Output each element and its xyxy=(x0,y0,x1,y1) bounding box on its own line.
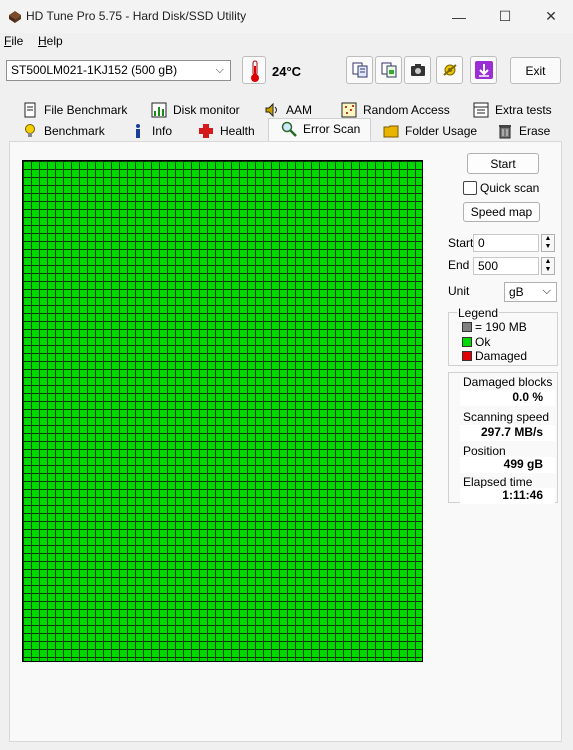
folder-icon xyxy=(383,125,399,138)
options-icon xyxy=(442,64,457,76)
unit-select-value: gB xyxy=(509,285,524,299)
legend-item-block-size: = 190 MB xyxy=(462,320,527,334)
position-label: Position xyxy=(463,444,506,458)
tab-folder-usage[interactable]: Folder Usage xyxy=(383,121,477,141)
close-icon: ✕ xyxy=(545,8,557,24)
position-value: 499 gB xyxy=(460,457,555,473)
maximize-icon: ☐ xyxy=(498,8,512,24)
start-position-input[interactable]: 0 xyxy=(473,234,539,252)
damaged-blocks-label: Damaged blocks xyxy=(463,375,553,389)
magnifier-icon xyxy=(281,121,297,137)
legend-item-damaged: Damaged xyxy=(462,349,527,363)
drive-select-value: ST500LM021-1KJ152 (500 gB) xyxy=(11,63,178,77)
copy-screenshot-button[interactable] xyxy=(375,56,402,84)
tab-extra-tests[interactable]: Extra tests xyxy=(473,100,552,120)
exit-button[interactable]: Exit xyxy=(510,57,561,84)
copy-screenshot-icon xyxy=(381,62,396,78)
drive-select[interactable]: ST500LM021-1KJ152 (500 gB) ⌵ xyxy=(6,60,231,81)
lightbulb-icon xyxy=(25,124,35,137)
extra-tests-icon xyxy=(473,102,489,118)
thermometer-icon xyxy=(251,60,259,82)
quick-scan-label: Quick scan xyxy=(480,181,540,195)
unit-select[interactable]: gB ⌵ xyxy=(504,282,557,302)
copy-info-button[interactable] xyxy=(346,56,373,84)
red-square-icon xyxy=(462,351,472,361)
tab-info[interactable]: Info xyxy=(130,121,172,141)
menu-file[interactable]: File xyxy=(4,34,23,48)
file-benchmark-icon xyxy=(24,102,36,118)
window-title: HD Tune Pro 5.75 - Hard Disk/SSD Utility xyxy=(26,9,247,23)
elapsed-time-label: Elapsed time xyxy=(463,475,533,489)
end-position-spinner[interactable]: ▲ ▼ xyxy=(541,257,555,275)
minimize-button[interactable]: — xyxy=(436,0,482,33)
tab-benchmark[interactable]: Benchmark xyxy=(22,121,105,141)
menu-help[interactable]: Help xyxy=(38,34,63,48)
camera-icon xyxy=(410,64,425,76)
thermometer-button[interactable] xyxy=(242,56,266,84)
copy-info-icon xyxy=(352,62,367,78)
minimize-icon: — xyxy=(452,8,466,25)
info-icon xyxy=(136,124,140,138)
scanning-speed-value: 297.7 MB/s xyxy=(460,425,555,441)
disk-monitor-icon xyxy=(151,102,167,118)
save-down-arrow-icon xyxy=(474,61,493,79)
quick-scan-checkbox[interactable] xyxy=(463,181,477,195)
trash-icon xyxy=(499,125,511,139)
menu-bar xyxy=(0,33,573,51)
chevron-down-icon: ⌵ xyxy=(542,285,551,297)
chevron-down-icon: ⌵ xyxy=(215,64,224,76)
options-button[interactable] xyxy=(436,56,463,84)
damaged-blocks-value: 0.0 % xyxy=(460,390,555,406)
tab-random-access[interactable]: Random Access xyxy=(341,100,450,120)
hd-tune-app-icon xyxy=(9,11,21,23)
tab-health[interactable]: Health xyxy=(198,121,255,141)
legend-item-ok: Ok xyxy=(462,335,490,349)
maximize-button[interactable]: ☐ xyxy=(482,0,528,33)
green-square-icon xyxy=(462,337,472,347)
error-scan-block-map xyxy=(22,160,423,662)
gray-square-icon xyxy=(462,322,472,332)
temperature-readout: 24°C xyxy=(272,64,302,79)
unit-label: Unit xyxy=(448,284,470,298)
save-button[interactable] xyxy=(470,56,497,84)
end-label: End xyxy=(448,258,470,272)
tab-aam[interactable]: AAM xyxy=(264,100,312,120)
random-access-icon xyxy=(341,102,357,118)
screenshot-button[interactable] xyxy=(404,56,431,84)
tab-error-scan[interactable]: Error Scan xyxy=(281,119,360,139)
speaker-icon xyxy=(265,102,277,118)
start-scan-button[interactable]: Start xyxy=(467,153,539,174)
end-position-input[interactable]: 500 xyxy=(473,257,539,275)
scanning-speed-label: Scanning speed xyxy=(463,410,550,424)
legend-title: Legend xyxy=(457,306,500,320)
tab-disk-monitor[interactable]: Disk monitor xyxy=(151,100,240,120)
tab-file-benchmark[interactable]: File Benchmark xyxy=(22,100,127,120)
start-label: Start xyxy=(448,236,474,250)
quick-scan-checkbox-row[interactable]: Quick scan xyxy=(463,181,539,195)
elapsed-time-value: 1:11:46 xyxy=(460,488,555,504)
health-cross-icon xyxy=(199,124,213,138)
start-position-spinner[interactable]: ▲ ▼ xyxy=(541,234,555,252)
tab-erase[interactable]: Erase xyxy=(497,121,550,141)
speed-map-button[interactable]: Speed map xyxy=(463,202,540,222)
close-button[interactable]: ✕ xyxy=(528,0,573,33)
